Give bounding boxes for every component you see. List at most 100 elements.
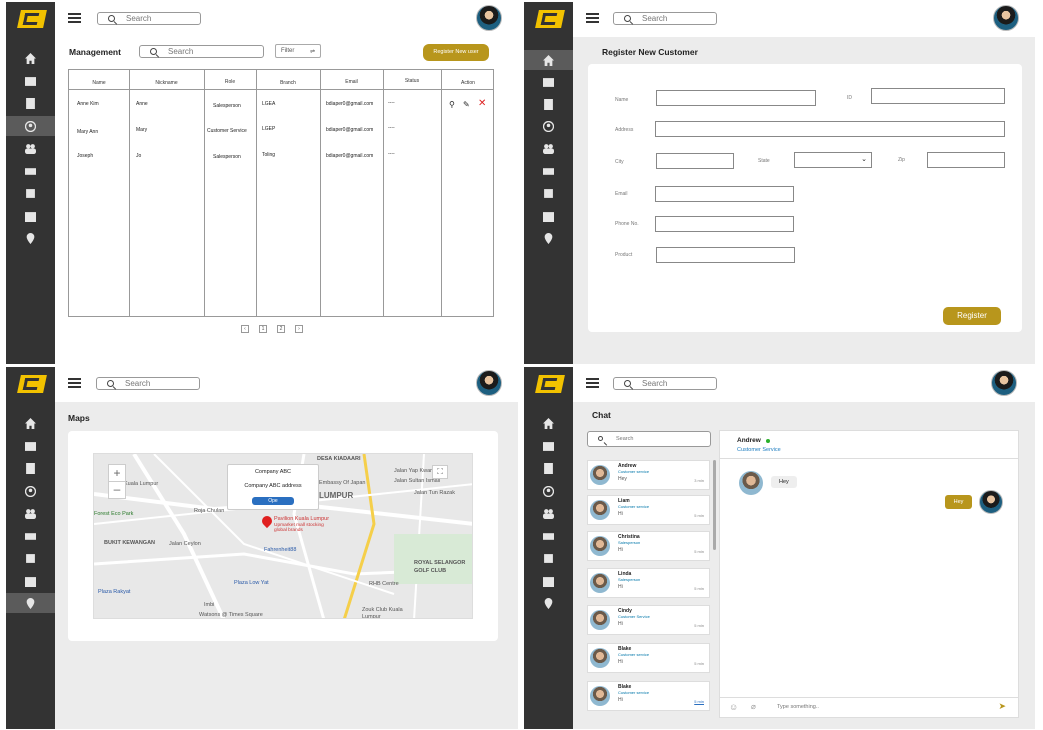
- menu-icon[interactable]: [68, 378, 81, 388]
- dashboard-icon[interactable]: [524, 436, 573, 456]
- email-input[interactable]: [655, 186, 794, 202]
- menu-icon[interactable]: [68, 13, 81, 23]
- prev-page-button[interactable]: ‹: [241, 325, 249, 333]
- emoji-icon[interactable]: ☺: [729, 702, 738, 712]
- report-icon[interactable]: [6, 548, 55, 568]
- card-icon[interactable]: [524, 161, 573, 181]
- map-view[interactable]: DESA KIADAARI Jalan Yap Kwan Seng Kuala …: [93, 453, 473, 619]
- contact-item[interactable]: Liam Customer service Hi 5 min: [587, 495, 710, 525]
- address-input[interactable]: [655, 121, 1005, 137]
- calendar-icon[interactable]: [524, 206, 573, 226]
- management-search-input[interactable]: Search: [139, 45, 264, 58]
- map-label: Jalan Tun Razak: [414, 490, 455, 496]
- card-icon[interactable]: [6, 526, 55, 546]
- contact-item[interactable]: Blake Customer service Hi 5 min: [587, 643, 710, 673]
- city-input[interactable]: [656, 153, 734, 169]
- top-bar: Search: [573, 2, 1035, 37]
- calendar-icon[interactable]: [524, 571, 573, 591]
- contacts-scrollbar[interactable]: [713, 460, 716, 550]
- home-icon[interactable]: [524, 413, 573, 433]
- menu-icon[interactable]: [586, 13, 599, 23]
- report-icon[interactable]: [524, 548, 573, 568]
- zoom-in-button[interactable]: +: [108, 464, 126, 482]
- contact-item[interactable]: Christina Salesperson Hi 5 min: [587, 531, 710, 561]
- home-icon[interactable]: [6, 48, 55, 68]
- chat-screen: Search Chat Search Andrew Customer servic…: [524, 367, 1035, 729]
- report-icon[interactable]: [6, 183, 55, 203]
- fullscreen-icon[interactable]: ⛶: [432, 465, 448, 479]
- user-icon[interactable]: [6, 116, 55, 136]
- active-contact-role: Customer Service: [737, 447, 781, 453]
- cell-role: Customer Service: [207, 128, 247, 134]
- chat-search-input[interactable]: Search: [587, 431, 711, 447]
- global-search-input[interactable]: Search: [97, 12, 201, 25]
- group-icon[interactable]: [524, 503, 573, 523]
- top-bar: Search: [55, 2, 518, 37]
- global-search-input[interactable]: Search: [96, 377, 200, 390]
- cell-name: Joseph: [77, 153, 94, 159]
- global-search-input[interactable]: Search: [613, 377, 717, 390]
- document-icon[interactable]: [524, 94, 573, 114]
- dashboard-icon[interactable]: [524, 72, 573, 92]
- filter-button[interactable]: Filter ⇌: [275, 44, 321, 58]
- menu-icon[interactable]: [586, 378, 599, 388]
- edit-icon[interactable]: ✎: [463, 100, 470, 109]
- home-icon[interactable]: [524, 50, 573, 70]
- dashboard-icon[interactable]: [6, 71, 55, 91]
- management-screen: Search Management Search Filter ⇌ Registe…: [6, 2, 518, 364]
- col-status: Status: [404, 78, 420, 84]
- document-icon[interactable]: [6, 458, 55, 478]
- dashboard-icon[interactable]: [6, 436, 55, 456]
- attachment-icon[interactable]: ⌀: [751, 702, 756, 711]
- profile-avatar[interactable]: [476, 370, 502, 396]
- page-2-button[interactable]: 2: [277, 325, 285, 333]
- state-select[interactable]: ⌄: [794, 152, 872, 168]
- next-page-button[interactable]: ›: [295, 325, 303, 333]
- location-icon[interactable]: [6, 593, 55, 613]
- group-icon[interactable]: [524, 138, 573, 158]
- card-icon[interactable]: [524, 526, 573, 546]
- location-icon[interactable]: [524, 593, 573, 613]
- register-new-user-button[interactable]: Register New user: [423, 44, 489, 61]
- document-icon[interactable]: [524, 458, 573, 478]
- zoom-out-button[interactable]: –: [108, 481, 126, 499]
- page-title: Maps: [68, 413, 90, 423]
- user-icon[interactable]: [524, 116, 573, 136]
- profile-avatar[interactable]: [993, 5, 1019, 31]
- location-icon[interactable]: [524, 228, 573, 248]
- page-1-button[interactable]: 1: [259, 325, 267, 333]
- user-icon[interactable]: [524, 481, 573, 501]
- calendar-icon[interactable]: [6, 206, 55, 226]
- profile-avatar[interactable]: [476, 5, 502, 31]
- message-input[interactable]: Type something..: [777, 704, 819, 710]
- name-input[interactable]: [656, 90, 816, 106]
- location-icon[interactable]: [6, 228, 55, 248]
- col-role: Role: [224, 79, 236, 85]
- card-icon[interactable]: [6, 161, 55, 181]
- outgoing-message: Hey: [945, 495, 972, 509]
- search-icon: [598, 436, 603, 441]
- report-icon[interactable]: [524, 183, 573, 203]
- home-icon[interactable]: [6, 413, 55, 433]
- product-input[interactable]: [656, 247, 795, 263]
- user-icon[interactable]: [6, 481, 55, 501]
- id-input[interactable]: [871, 88, 1005, 104]
- popup-open-button[interactable]: Ope: [252, 497, 294, 505]
- col-branch: Branch: [280, 80, 296, 86]
- document-icon[interactable]: [6, 93, 55, 113]
- contact-item[interactable]: Blake Customer service Hi 5 min: [587, 681, 710, 711]
- view-icon[interactable]: ⚲: [449, 100, 455, 109]
- group-icon[interactable]: [6, 503, 55, 523]
- global-search-input[interactable]: Search: [613, 12, 717, 25]
- group-icon[interactable]: [6, 138, 55, 158]
- contact-item[interactable]: Cindy Customer Service Hi 5 min: [587, 605, 710, 635]
- register-button[interactable]: Register: [943, 307, 1001, 325]
- phone-input[interactable]: [655, 216, 794, 232]
- delete-icon[interactable]: ✕: [478, 98, 486, 109]
- profile-avatar[interactable]: [991, 370, 1017, 396]
- calendar-icon[interactable]: [6, 571, 55, 591]
- send-icon[interactable]: ➤: [998, 701, 1006, 712]
- contact-item[interactable]: Linda Salesperson Hi 5 min: [587, 568, 710, 598]
- zip-input[interactable]: [927, 152, 1005, 168]
- contact-item[interactable]: Andrew Customer service Hey 3 min: [587, 460, 710, 490]
